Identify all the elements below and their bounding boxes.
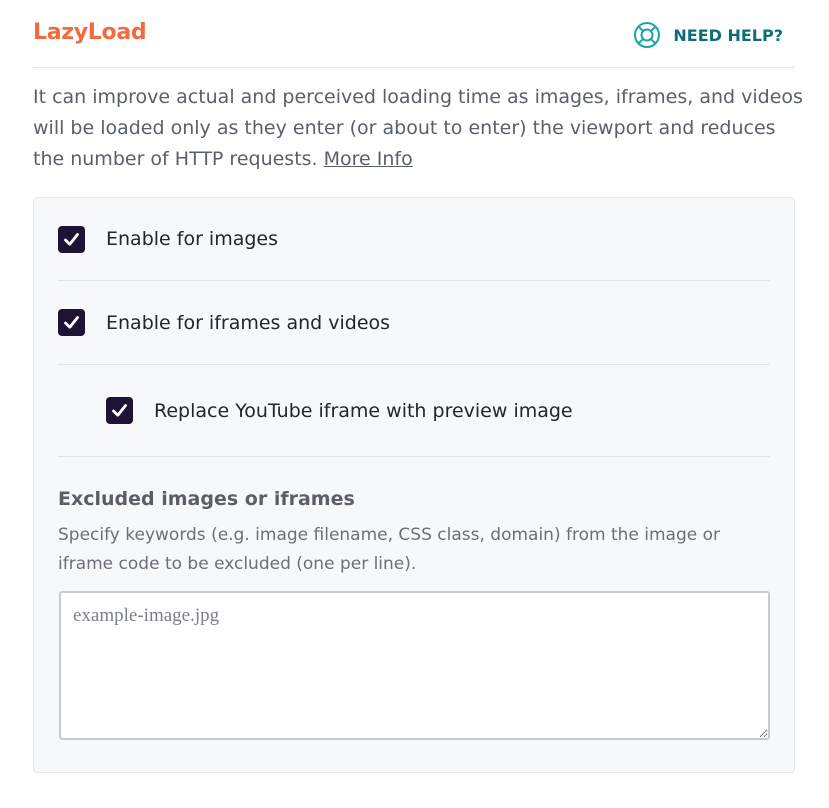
- option-enable-images: Enable for images: [58, 198, 770, 281]
- enable-iframes-checkbox[interactable]: [58, 309, 85, 336]
- checkmark-icon: [64, 316, 79, 329]
- description-text: It can improve actual and perceived load…: [33, 86, 803, 170]
- lazyload-settings-page: LazyLoad NEED HELP? It can improve actua…: [0, 0, 829, 808]
- need-help-link[interactable]: NEED HELP?: [633, 20, 783, 50]
- more-info-link[interactable]: More Info: [324, 148, 413, 170]
- section-title: LazyLoad: [33, 20, 147, 45]
- section-header: LazyLoad NEED HELP?: [33, 0, 795, 68]
- excluded-title: Excluded images or iframes: [58, 488, 355, 510]
- option-enable-iframes: Enable for iframes and videos: [58, 281, 770, 365]
- option-label: Replace YouTube iframe with preview imag…: [154, 399, 573, 422]
- youtube-preview-checkbox[interactable]: [106, 397, 133, 424]
- section-description: It can improve actual and perceived load…: [33, 82, 803, 175]
- excluded-keywords-textarea[interactable]: [59, 591, 770, 740]
- checkmark-icon: [64, 232, 79, 246]
- option-youtube-preview: Replace YouTube iframe with preview imag…: [58, 365, 770, 457]
- checkmark-icon: [112, 404, 127, 417]
- option-label: Enable for iframes and videos: [106, 311, 391, 334]
- option-label: Enable for images: [106, 228, 279, 250]
- enable-images-checkbox[interactable]: [58, 225, 85, 253]
- settings-panel: Enable for images Enable for iframes and…: [33, 197, 795, 773]
- lifebuoy-icon: [633, 21, 661, 49]
- need-help-label: NEED HELP?: [673, 25, 783, 45]
- excluded-description: Specify keywords (e.g. image filename, C…: [58, 525, 721, 574]
